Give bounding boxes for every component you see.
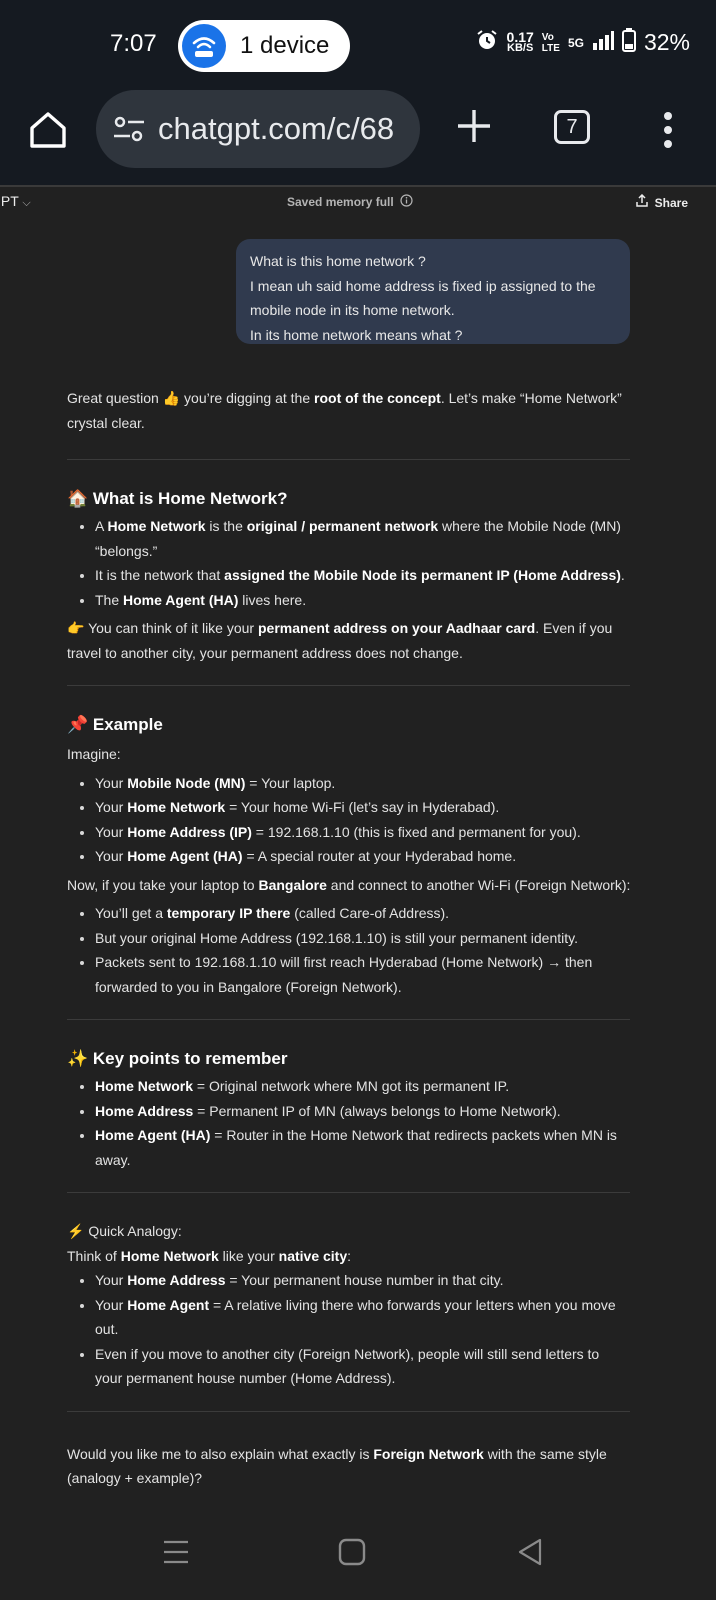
home-icon[interactable]: [26, 108, 70, 152]
list-item: Your Home Address (IP) = 192.168.1.10 (t…: [80, 820, 630, 845]
section-heading-example: 📌 Example: [67, 715, 163, 734]
bullet-list: Your Home Address = Your permanent house…: [67, 1268, 630, 1391]
info-icon: [400, 194, 413, 210]
list-item: Your Home Agent = A relative living ther…: [80, 1293, 630, 1342]
assistant-message: Great question 👍 you’re digging at the r…: [67, 382, 630, 1495]
url-bar[interactable]: chatgpt.com/c/68: [96, 90, 420, 168]
browser-toolbar: chatgpt.com/c/68 7: [0, 90, 716, 185]
memory-status[interactable]: Saved memory full: [287, 194, 413, 210]
note-paragraph: 👉 You can think of it like your permanen…: [67, 620, 613, 661]
list-item: But your original Home Address (192.168.…: [80, 926, 630, 951]
divider: [67, 459, 630, 460]
status-bar: 7:07 1 device 0.17 KB/S Vo LTE 5G 32%: [0, 0, 716, 90]
section-heading-key-points: ✨ Key points to remember: [67, 1049, 288, 1068]
list-item: You’ll get a temporary IP there (called …: [80, 901, 630, 926]
recents-icon[interactable]: [158, 1534, 194, 1570]
list-item: It is the network that assigned the Mobi…: [80, 563, 630, 588]
imagine-text: Imagine:: [67, 746, 121, 762]
tab-switcher-button[interactable]: 7: [554, 110, 590, 144]
intro-paragraph: Great question 👍 you’re digging at the r…: [67, 390, 622, 431]
section-heading-home-network: 🏠 What is Home Network?: [67, 489, 288, 508]
volte-indicator: Vo LTE: [541, 31, 560, 54]
divider: [67, 1410, 630, 1412]
list-item: Your Home Network = Your home Wi-Fi (let…: [80, 795, 630, 820]
tune-icon[interactable]: [112, 112, 146, 146]
hotspot-label: 1 device: [240, 32, 330, 59]
alarm-icon: [475, 28, 499, 57]
list-item: The Home Agent (HA) lives here.: [80, 588, 630, 613]
divider: [67, 685, 630, 686]
scenario-paragraph: Now, if you take your laptop to Bangalor…: [67, 876, 631, 893]
divider: [67, 1192, 630, 1193]
status-time: 7:07: [110, 30, 157, 57]
share-button[interactable]: Share: [635, 193, 688, 211]
system-nav-bar: [0, 1510, 716, 1600]
bullet-list: A Home Network is the original / permane…: [67, 514, 630, 612]
list-item: A Home Network is the original / permane…: [80, 514, 630, 563]
divider: [67, 1019, 630, 1020]
analogy-intro: Think of Home Network like your native c…: [67, 1247, 352, 1264]
bullet-list: You’ll get a temporary IP there (called …: [67, 901, 630, 999]
wifi-router-icon: [182, 24, 226, 68]
user-message-line: What is this home network ?: [250, 253, 426, 269]
more-vert-icon[interactable]: [658, 108, 678, 152]
battery-icon: [621, 28, 636, 57]
model-selector[interactable]: GPT ⌵: [0, 193, 31, 210]
plus-icon[interactable]: [452, 104, 496, 148]
url-text: chatgpt.com/c/68: [158, 111, 395, 146]
list-item: Your Home Address = Your permanent house…: [80, 1268, 630, 1293]
share-icon: [635, 193, 649, 211]
outro-paragraph: Would you like me to also explain what e…: [67, 1445, 607, 1487]
chat-header: GPT ⌵ Saved memory full Share: [0, 185, 716, 225]
signal-bars-icon: [592, 29, 614, 56]
list-item: Packets sent to 192.168.1.10 will first …: [80, 950, 630, 999]
list-item: Even if you move to another city (Foreig…: [80, 1342, 630, 1391]
back-icon[interactable]: [512, 1534, 548, 1570]
nav-home-icon[interactable]: [334, 1534, 370, 1570]
user-message-line: In its home network means what ?: [250, 326, 463, 343]
hotspot-pill[interactable]: 1 device: [178, 20, 350, 72]
list-item: Home Network = Original network where MN…: [80, 1074, 630, 1099]
analogy-heading: ⚡ Quick Analogy:: [67, 1223, 182, 1239]
system-icons: 0.17 KB/S Vo LTE 5G 32%: [475, 28, 690, 57]
bullet-list: Home Network = Original network where MN…: [67, 1074, 630, 1172]
list-item: Home Address = Permanent IP of MN (alway…: [80, 1099, 630, 1124]
list-item: Home Agent (HA) = Router in the Home Net…: [80, 1123, 630, 1172]
user-message-line: I mean uh said home address is fixed ip …: [250, 277, 596, 294]
user-message-line: mobile node in its home network.: [250, 302, 455, 318]
net-speed: 0.17 KB/S: [506, 28, 534, 54]
battery-percent: 32%: [643, 29, 690, 55]
chevron-down-icon: ⌵: [22, 197, 31, 209]
list-item: Your Home Agent (HA) = A special router …: [80, 844, 630, 869]
bullet-list: Your Mobile Node (MN) = Your laptop. You…: [67, 771, 630, 869]
user-message-bubble: What is this home network ? I mean uh sa…: [236, 239, 630, 344]
network-type: 5G: [567, 35, 584, 50]
list-item: Your Mobile Node (MN) = Your laptop.: [80, 771, 630, 796]
